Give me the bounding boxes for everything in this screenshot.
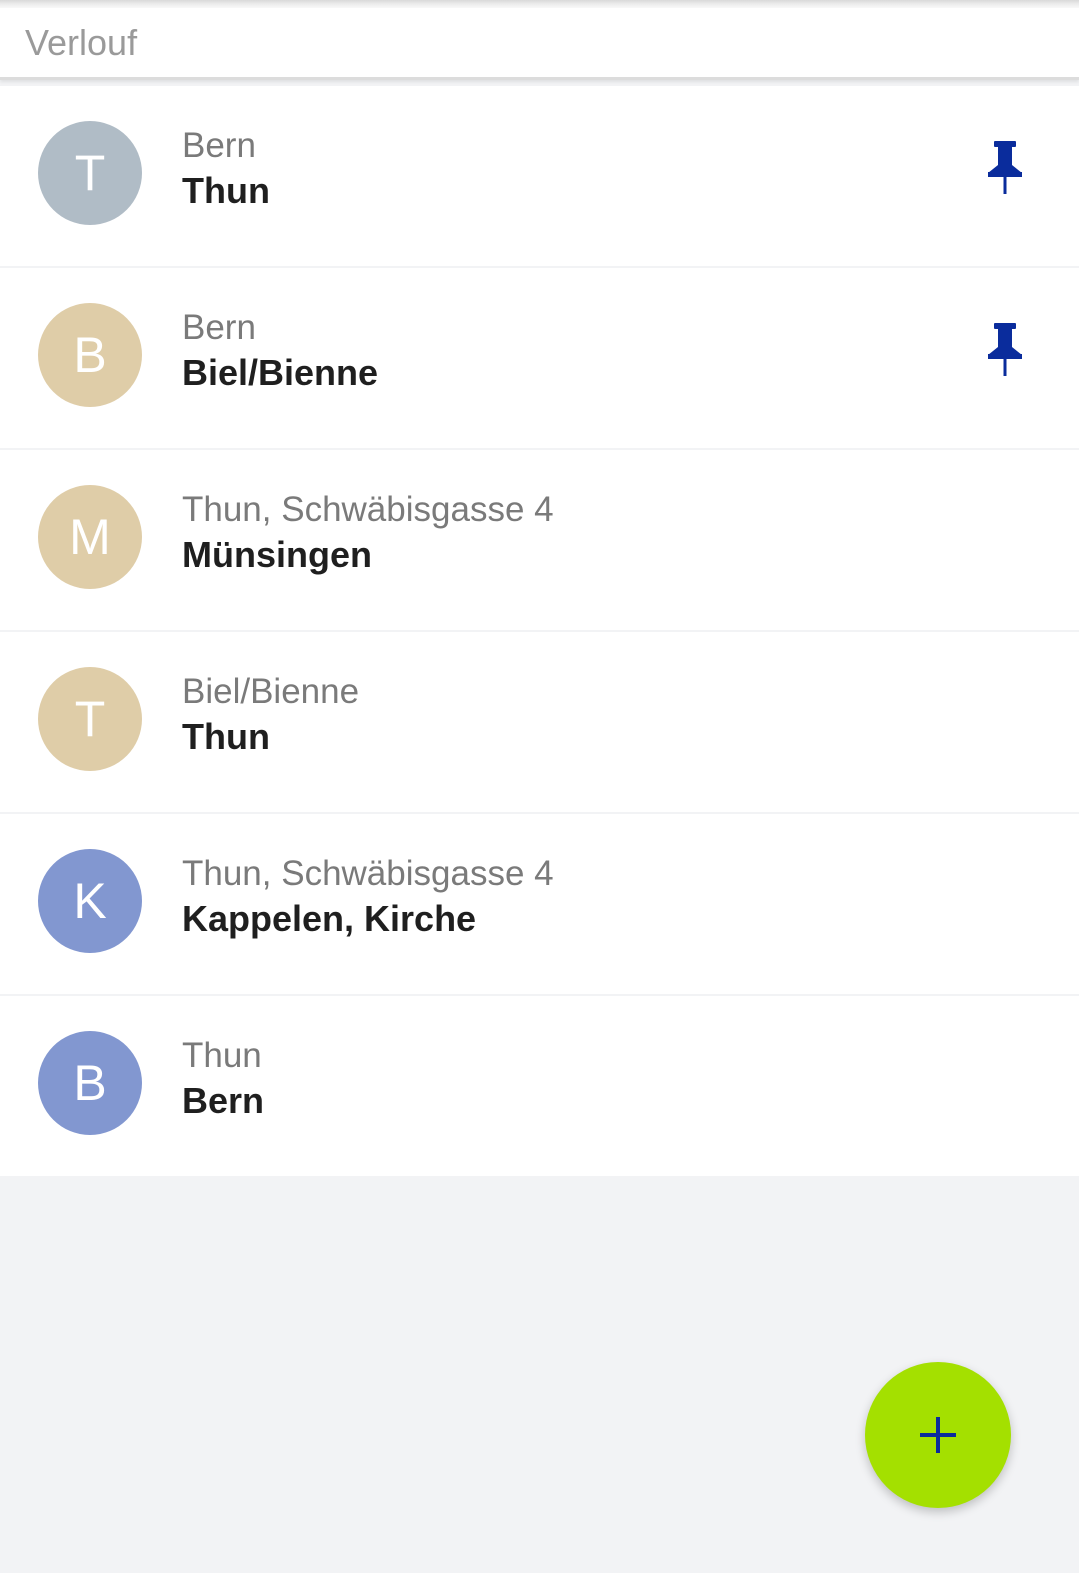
from-station: Thun: [182, 1036, 262, 1075]
app-screen: Verlouf T Bern Thun B Bern Biel/Bienne M…: [0, 0, 1079, 1573]
to-station: Thun: [182, 170, 270, 211]
connection-row[interactable]: M Thun, Schwäbisgasse 4 Münsingen: [0, 450, 1079, 630]
connection-list: T Bern Thun B Bern Biel/Bienne M Thun, S…: [0, 86, 1079, 1178]
avatar: K: [38, 849, 142, 953]
from-station: Bern: [182, 308, 256, 347]
avatar-initial: T: [74, 145, 106, 201]
from-station: Thun, Schwäbisgasse 4: [182, 490, 554, 529]
avatar-initial: B: [73, 327, 107, 383]
connection-row[interactable]: T Biel/Bienne Thun: [0, 632, 1079, 812]
to-station: Münsingen: [182, 534, 372, 575]
avatar: T: [38, 667, 142, 771]
to-station: Bern: [182, 1080, 265, 1121]
from-station: Biel/Bienne: [182, 672, 360, 711]
pin-icon[interactable]: [985, 139, 1025, 195]
connection-row[interactable]: T Bern Thun: [0, 86, 1079, 266]
to-station: Kappelen, Kirche: [182, 898, 477, 939]
to-station: Thun: [182, 716, 270, 757]
connection-row[interactable]: K Thun, Schwäbisgasse 4 Kappelen, Kirche: [0, 814, 1079, 994]
avatar-initial: M: [69, 509, 111, 565]
avatar: B: [38, 1031, 142, 1135]
connection-row[interactable]: B Thun Bern: [0, 996, 1079, 1176]
pin-icon[interactable]: [985, 321, 1025, 377]
connection-row[interactable]: B Bern Biel/Bienne: [0, 268, 1079, 448]
from-station: Bern: [182, 126, 256, 165]
add-connection-button[interactable]: [865, 1362, 1011, 1508]
to-station: Biel/Bienne: [182, 352, 379, 393]
history-header: Verlouf: [0, 8, 1079, 80]
from-station: Thun, Schwäbisgasse 4: [182, 854, 554, 893]
avatar-initial: T: [74, 691, 106, 747]
avatar: B: [38, 303, 142, 407]
avatar: T: [38, 121, 142, 225]
page-title: Verlouf: [25, 22, 138, 63]
plus-icon: [920, 1417, 956, 1453]
avatar-initial: K: [73, 873, 107, 929]
avatar: M: [38, 485, 142, 589]
avatar-initial: B: [73, 1055, 107, 1111]
